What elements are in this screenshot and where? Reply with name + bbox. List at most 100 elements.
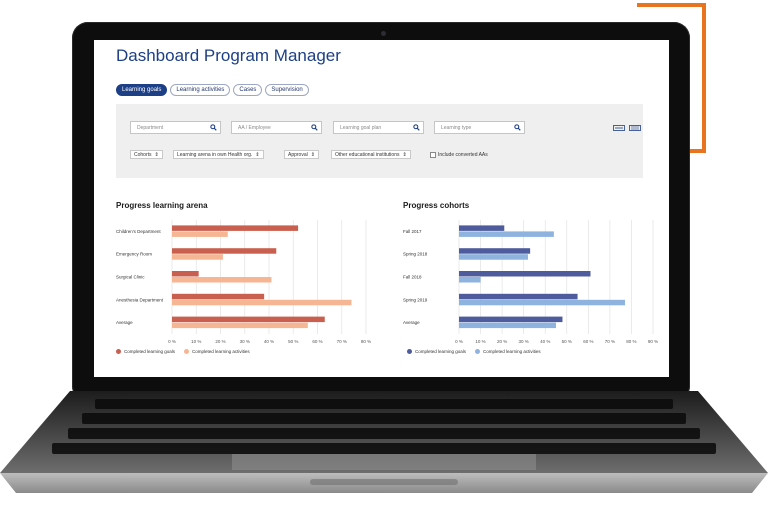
chevron-updown-icon: ⇕ (255, 152, 260, 158)
chart-cohorts: 0 % 10 % 20 % 30 % 40 % 50 % 60 % 70 % 80 % 90 % F… (403, 220, 658, 344)
other-institutions-dropdown-label: Other educational institutions (335, 152, 400, 158)
chevron-updown-icon: ⇕ (402, 152, 407, 158)
filter-panel: Cohorts⇕ Learning arena in own Health or… (116, 104, 643, 178)
bar (172, 231, 228, 237)
x-tick-label: 40 % (540, 339, 550, 344)
category-label: Spring 2019 (403, 297, 428, 302)
search-icon[interactable] (210, 124, 217, 131)
chart-title-learning-arena: Progress learning arena (116, 201, 208, 210)
x-tick-label: 60 % (583, 339, 593, 344)
x-tick-label: 10 % (191, 339, 201, 344)
other-institutions-dropdown[interactable]: Other educational institutions ⇕ (331, 150, 411, 159)
category-label: Anesthesia Department (116, 297, 164, 302)
bar (172, 248, 277, 254)
x-tick-label: 50 % (288, 339, 298, 344)
bar (172, 254, 223, 260)
bar (172, 277, 272, 283)
x-tick-label: 70 % (337, 339, 347, 344)
category-label: Average (116, 320, 133, 325)
category-label: Fall 2017 (403, 229, 422, 234)
bar (459, 254, 528, 260)
legend-swatch (116, 349, 121, 354)
x-tick-label: 70 % (605, 339, 615, 344)
search-icon[interactable] (311, 124, 318, 131)
x-tick-label: 80 % (626, 339, 636, 344)
x-tick-label: 0 % (168, 339, 176, 344)
x-tick-label: 50 % (562, 339, 572, 344)
learning-goal-plan-search (333, 121, 424, 134)
laptop-keyboard-deck (0, 391, 768, 493)
legend-cohorts: Completed learning goals Completed learn… (407, 349, 541, 354)
search-icon[interactable] (413, 124, 420, 131)
employee-search (231, 121, 322, 134)
page-title: Dashboard Program Manager (116, 46, 341, 65)
x-tick-label: 80 % (361, 339, 371, 344)
approval-dropdown[interactable]: Approval ⇕ (284, 150, 319, 159)
category-label: Spring 2018 (403, 252, 428, 257)
category-label: Children's Department (116, 229, 161, 234)
category-label: Surgical Clinic (116, 275, 145, 280)
export-excel-icon[interactable] (629, 125, 641, 131)
legend-label: Completed learning goals (415, 349, 467, 354)
bar (172, 225, 299, 231)
export-pdf-icon[interactable] (613, 125, 625, 131)
x-tick-label: 10 % (475, 339, 485, 344)
tab-supervision[interactable]: Supervision (265, 84, 309, 96)
x-tick-label: 20 % (497, 339, 507, 344)
legend-swatch (184, 349, 190, 354)
bar (459, 231, 554, 237)
chevron-updown-icon: ⇕ (154, 152, 159, 158)
x-tick-label: 90 % (648, 339, 658, 344)
learning-arena-dropdown[interactable]: Learning arena in own Health org. ⇕ (173, 150, 264, 159)
legend-swatch (407, 349, 412, 354)
export-icons (613, 125, 641, 131)
bar (459, 248, 531, 254)
chart-learning-arena: 0 % 10 % 20 % 30 % 40 % 50 % 60 % 70 % 80 % Child… (116, 220, 371, 344)
bar (459, 299, 625, 306)
tab-learning-goals[interactable]: Learning goals (116, 84, 168, 96)
learning-type-search-input[interactable] (435, 123, 513, 133)
laptop-screen: Dashboard Program Manager Learning goals… (94, 40, 669, 377)
x-tick-label: 20 % (215, 339, 225, 344)
approval-dropdown-label: Approval (288, 152, 308, 158)
bar (459, 277, 481, 283)
include-converted-label: Include converted AAs (438, 151, 488, 158)
chart-title-cohorts: Progress cohorts (403, 201, 470, 210)
category-label: Emergency Room (116, 252, 152, 257)
legend-label: Completed learning activities (192, 349, 250, 354)
bar (172, 322, 308, 329)
employee-search-input[interactable] (232, 123, 310, 133)
chevron-updown-icon: ⇕ (310, 152, 315, 158)
x-tick-label: 0 % (455, 339, 463, 344)
include-converted-checkbox[interactable]: Include converted AAs (430, 150, 488, 159)
cohorts-dropdown[interactable]: Cohorts ⇕ (130, 150, 163, 159)
bar (459, 293, 578, 300)
legend-learning-arena: Completed learning goals Completed learn… (116, 349, 250, 354)
x-tick-label: 60 % (312, 339, 322, 344)
learning-type-search (434, 121, 525, 134)
cohorts-dropdown-label: Cohorts (134, 152, 152, 158)
x-tick-label: 30 % (240, 339, 250, 344)
bar (172, 299, 352, 306)
tab-learning-activities[interactable]: Learning activities (170, 84, 231, 96)
learning-goal-plan-search-input[interactable] (334, 123, 412, 133)
bar (459, 225, 505, 231)
x-tick-label: 30 % (519, 339, 529, 344)
bar (172, 271, 199, 277)
department-search-input[interactable] (131, 123, 209, 133)
checkbox-box[interactable] (430, 151, 436, 158)
category-label: Fall 2018 (403, 275, 422, 280)
bar (172, 293, 265, 300)
search-icon[interactable] (514, 124, 521, 131)
tab-bar: Learning goals Learning activities Cases… (116, 84, 309, 96)
screen-bottom-bezel (94, 377, 669, 391)
bar (459, 316, 563, 323)
bar (459, 271, 591, 277)
tab-cases[interactable]: Cases (233, 84, 263, 96)
webcam (381, 31, 386, 36)
category-label: Average (403, 320, 420, 325)
bar (459, 322, 556, 329)
legend-label: Completed learning activities (483, 349, 541, 354)
x-tick-label: 40 % (264, 339, 274, 344)
department-search (130, 121, 221, 134)
